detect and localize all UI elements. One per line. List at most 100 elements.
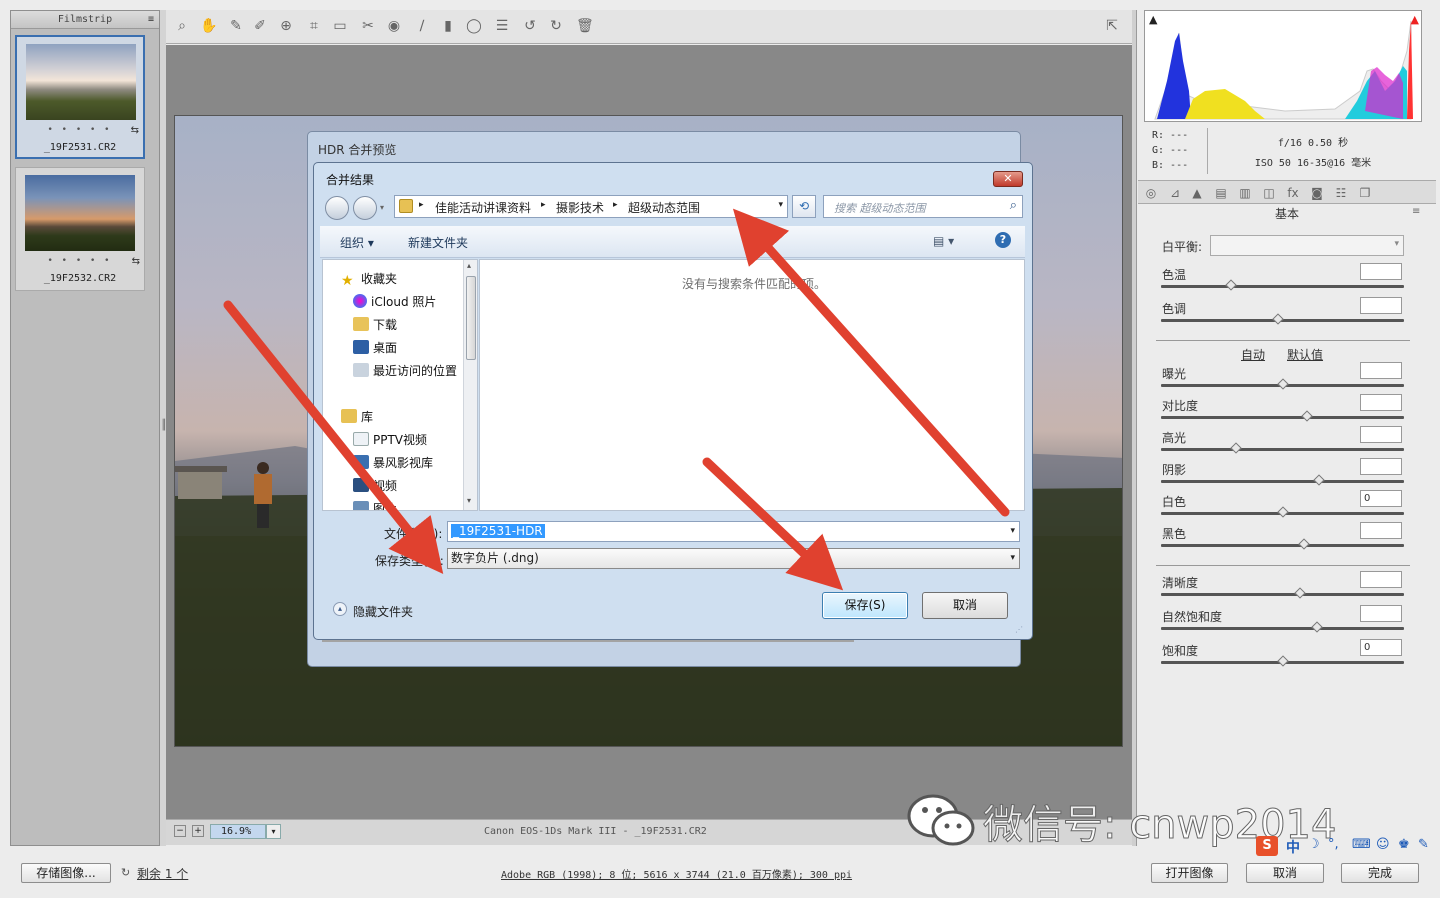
hand-tool-icon[interactable]: ✋ — [200, 18, 217, 34]
slider-value-input[interactable] — [1360, 394, 1402, 411]
nav-item-baofeng[interactable]: 暴风影视库 — [353, 453, 433, 473]
chevron-down-icon[interactable]: ▾ — [778, 200, 783, 210]
workflow-options-link[interactable]: Adobe RGB (1998); 8 位; 5616 x 3744 (21.0… — [501, 866, 852, 881]
scroll-down-icon[interactable]: ▾ — [467, 496, 471, 505]
slider-track[interactable] — [1161, 378, 1404, 390]
slider-value-input[interactable] — [1360, 522, 1402, 539]
tools-icon[interactable]: ✎ — [1418, 837, 1429, 852]
search-box[interactable]: 搜索 超级动态范围 ⌕ — [823, 195, 1023, 218]
slider-track[interactable] — [1161, 410, 1404, 422]
slider-value-input[interactable] — [1360, 426, 1402, 443]
straighten-tool-icon[interactable]: ▭ — [332, 18, 348, 34]
highlight-clipping-icon[interactable]: ▲ — [1411, 13, 1419, 26]
fx-tab-icon[interactable]: fx — [1284, 185, 1302, 201]
save-image-button[interactable]: 存储图像... — [21, 863, 111, 883]
scroll-up-icon[interactable]: ▴ — [467, 261, 471, 270]
preferences-icon[interactable]: ☰ — [494, 18, 510, 34]
organize-menu[interactable]: 组织 ▾ — [340, 234, 374, 251]
slider-track[interactable] — [1161, 442, 1404, 454]
spot-removal-icon[interactable]: ✂ — [360, 18, 376, 34]
slider-track[interactable] — [1161, 655, 1404, 667]
target-adjust-icon[interactable]: ⊕ — [278, 18, 294, 34]
nav-item-recent[interactable]: 最近访问的位置 — [353, 361, 457, 381]
nav-item-pictures[interactable]: 图片 — [353, 499, 397, 510]
zoom-level[interactable]: 16.9% — [210, 824, 266, 839]
nav-item-desktop[interactable]: 桌面 — [353, 338, 397, 358]
nav-scrollbar[interactable]: ▴ ▾ — [463, 260, 477, 510]
view-options-icon[interactable]: ▤ ▾ — [933, 234, 954, 248]
tone-curve-tab-icon[interactable]: ⊿ — [1166, 185, 1184, 201]
chevron-down-icon[interactable]: ▾ — [1010, 522, 1015, 541]
sogou-logo-icon[interactable]: S — [1256, 836, 1278, 856]
search-icon[interactable]: ⌕ — [1010, 198, 1017, 213]
filmstrip-menu-icon[interactable]: ≡ — [148, 11, 154, 28]
shadow-clipping-icon[interactable]: ▲ — [1149, 13, 1157, 26]
dialog-cancel-button[interactable]: 取消 — [922, 592, 1008, 619]
rating-stars[interactable]: • • • • • — [16, 256, 144, 266]
color-sampler-icon[interactable]: ✐ — [252, 18, 268, 34]
fullscreen-icon[interactable]: ⇱ — [1104, 18, 1120, 34]
slider-value-input[interactable] — [1360, 571, 1402, 588]
slider-value-input[interactable] — [1360, 362, 1402, 379]
default-link[interactable]: 默认值 — [1287, 346, 1323, 363]
nav-favorites[interactable]: ★ 收藏夹 — [341, 269, 397, 289]
breadcrumb-item[interactable]: 超级动态范围 — [628, 199, 700, 216]
brush-icon[interactable]: ∕ — [414, 18, 430, 34]
file-list[interactable]: 没有与搜索条件匹配的项。 — [479, 259, 1025, 511]
rotate-right-icon[interactable]: ↻ — [548, 18, 564, 34]
slider-value-input[interactable]: 0 — [1360, 639, 1402, 656]
nav-item-icloud[interactable]: iCloud 照片 — [353, 292, 436, 312]
slider-value-input[interactable] — [1360, 605, 1402, 622]
done-button[interactable]: 完成 — [1341, 863, 1419, 883]
new-folder-button[interactable]: 新建文件夹 — [408, 234, 468, 251]
open-image-button[interactable]: 打开图像 — [1151, 863, 1228, 883]
rating-stars[interactable]: • • • • • — [17, 125, 143, 135]
rotate-left-icon[interactable]: ↺ — [522, 18, 538, 34]
white-balance-tool-icon[interactable]: ✎ — [228, 18, 244, 34]
slider-track[interactable] — [1161, 538, 1404, 550]
moon-icon[interactable]: ☽ — [1308, 837, 1320, 852]
address-bar[interactable]: ▸ 佳能活动讲课资料 ▸ 摄影技术 ▸ 超级动态范围 ▾ — [394, 195, 788, 218]
forward-button[interactable] — [353, 196, 377, 220]
refresh-button[interactable]: ⟲ — [792, 195, 816, 218]
cancel-button[interactable]: 取消 — [1246, 863, 1324, 883]
graduated-filter-icon[interactable]: ▮ — [440, 18, 456, 34]
resize-grip-icon[interactable]: ⋰ — [1015, 625, 1023, 634]
skin-icon[interactable]: ♚ — [1398, 837, 1410, 852]
snapshots-tab-icon[interactable]: ❐ — [1356, 185, 1374, 201]
lens-tab-icon[interactable]: ◫ — [1260, 185, 1278, 201]
breadcrumb-item[interactable]: 摄影技术 — [556, 199, 604, 216]
radial-filter-icon[interactable]: ◯ — [466, 18, 482, 34]
slider-value-input[interactable] — [1360, 458, 1402, 475]
camera-calibration-tab-icon[interactable]: ◙ — [1308, 185, 1326, 201]
nav-item-videos[interactable]: 视频 — [353, 476, 397, 496]
chevron-down-icon[interactable]: ▾ — [266, 824, 281, 839]
nav-libraries[interactable]: 库 — [341, 407, 373, 427]
user-icon[interactable]: ☺ — [1376, 837, 1390, 852]
slider-track[interactable] — [1161, 621, 1404, 633]
filename-input[interactable]: _19F2531-HDR ▾ — [447, 521, 1020, 542]
filmstrip-item[interactable]: • • • • • ⇆ _19F2532.CR2 — [15, 167, 145, 291]
hsl-tab-icon[interactable]: ▤ — [1212, 185, 1230, 201]
zoom-out-icon[interactable]: − — [174, 825, 186, 837]
slider-track[interactable] — [1161, 279, 1404, 291]
help-icon[interactable]: ? — [995, 232, 1011, 248]
nav-item-downloads[interactable]: 下载 — [353, 315, 397, 335]
presets-tab-icon[interactable]: ☷ — [1332, 185, 1350, 201]
white-balance-select[interactable]: ▾ — [1210, 235, 1404, 256]
filetype-select[interactable]: 数字负片 (.dng) ▾ — [447, 548, 1020, 569]
close-button[interactable]: ✕ — [993, 171, 1023, 187]
punctuation-icon[interactable]: °, — [1328, 837, 1339, 852]
back-button[interactable] — [325, 196, 349, 220]
chevron-down-icon[interactable]: ▾ — [380, 203, 384, 212]
split-tone-tab-icon[interactable]: ▥ — [1236, 185, 1254, 201]
nav-item-pptv[interactable]: PPTV视频 — [353, 430, 427, 450]
slider-track[interactable] — [1161, 313, 1404, 325]
red-eye-icon[interactable]: ◉ — [386, 18, 402, 34]
slider-track[interactable] — [1161, 587, 1404, 599]
ime-language[interactable]: 中 — [1286, 837, 1300, 857]
slider-value-input[interactable] — [1360, 297, 1402, 314]
remaining-count[interactable]: 剩余 1 个 — [137, 865, 188, 882]
hide-folders-toggle[interactable]: 隐藏文件夹 — [353, 603, 413, 620]
crop-tool-icon[interactable]: ⌗ — [306, 18, 322, 34]
